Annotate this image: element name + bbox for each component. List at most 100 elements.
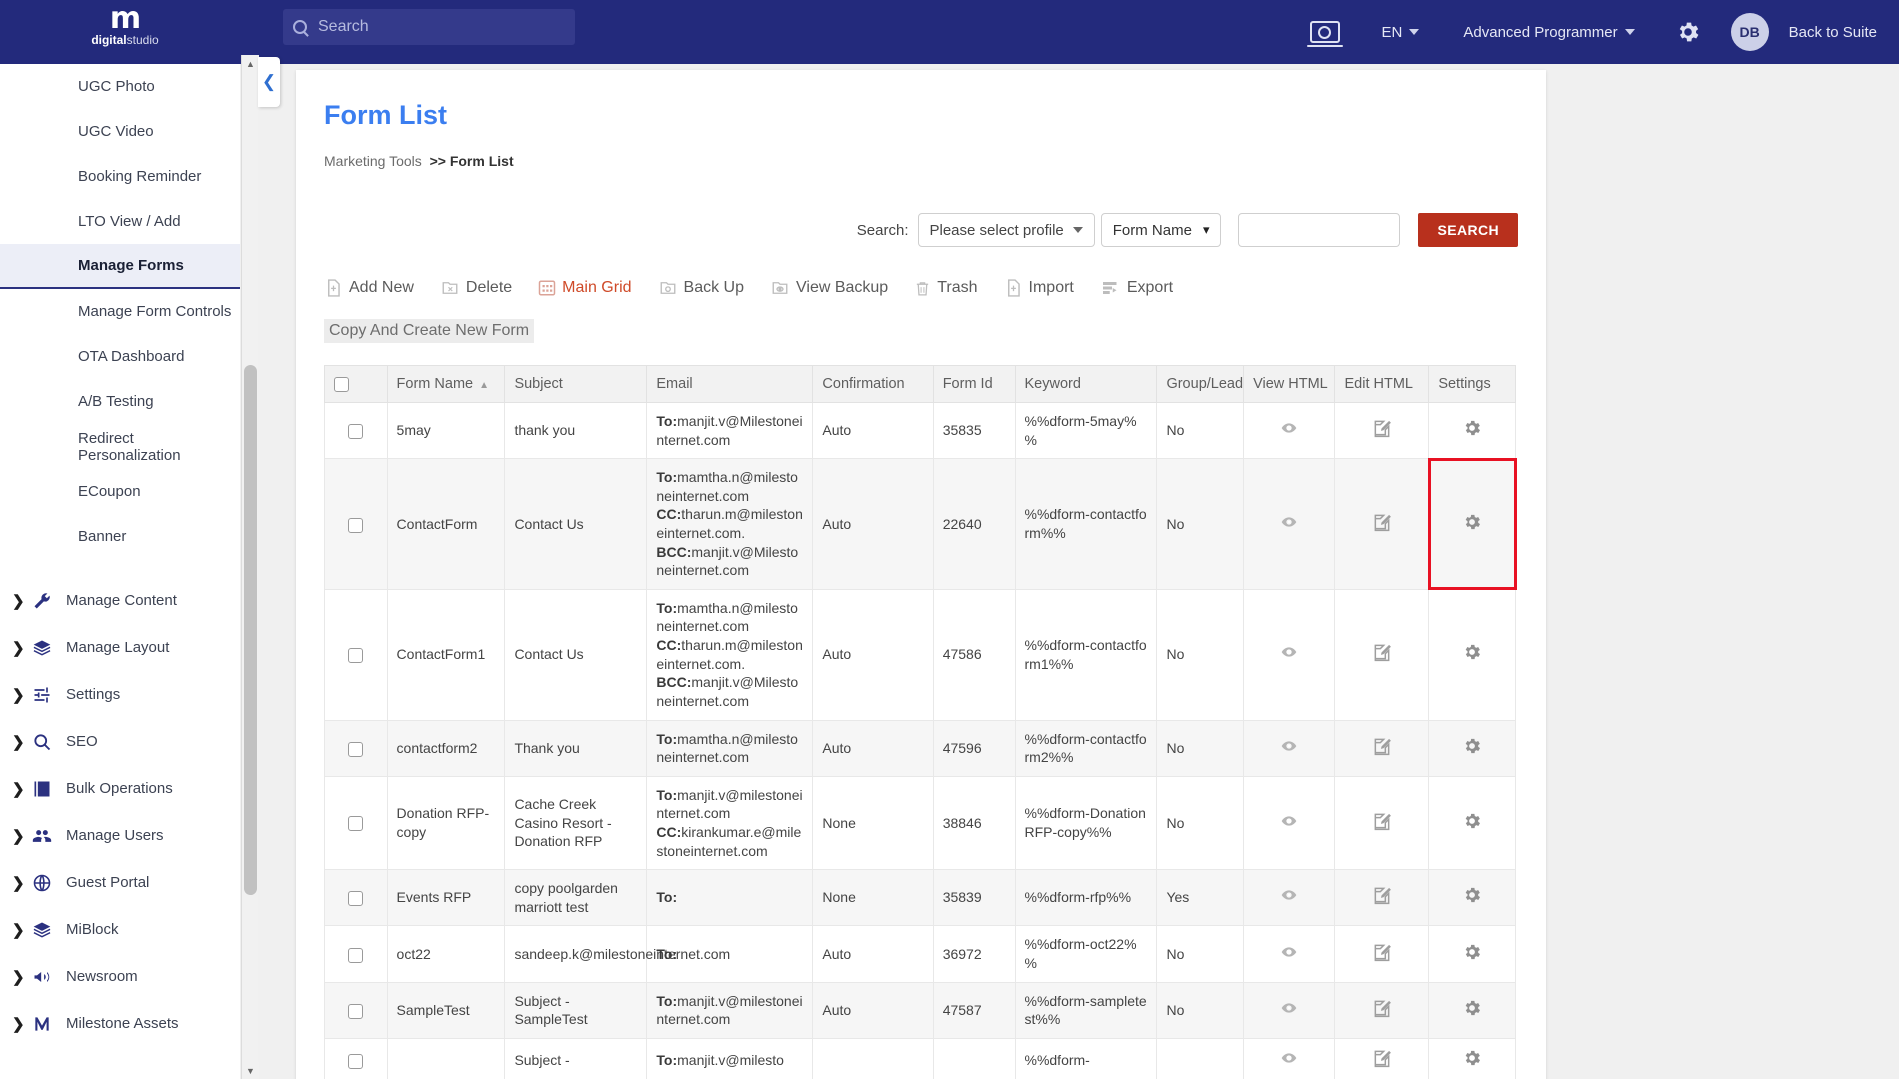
cell-view-html[interactable] <box>1243 401 1336 460</box>
cell-edit-html[interactable] <box>1334 869 1430 927</box>
sidebar-group-newsroom[interactable]: ❯ Newsroom <box>0 953 240 1000</box>
sidebar-item-banner[interactable]: Banner <box>0 514 240 559</box>
row-select-cell[interactable] <box>324 1037 388 1079</box>
row-checkbox[interactable] <box>348 741 364 757</box>
search-button[interactable]: SEARCH <box>1418 213 1518 247</box>
view-html-icon[interactable] <box>1278 423 1300 439</box>
edit-html-icon[interactable] <box>1372 944 1392 965</box>
table-row[interactable]: ContactForm Contact Us To:mamtha.n@milesto… <box>324 457 1517 591</box>
cell-edit-html[interactable] <box>1334 401 1430 460</box>
table-row[interactable]: 5may thank you To:manjit.v@Milestoneintern… <box>324 401 1516 460</box>
cell-view-html[interactable] <box>1243 925 1336 983</box>
edit-html-icon[interactable] <box>1372 1000 1392 1021</box>
scroll-up-arrow[interactable]: ▲ <box>242 55 259 72</box>
settings-gear-icon[interactable] <box>1462 813 1482 834</box>
cell-settings[interactable] <box>1428 401 1516 460</box>
settings-gear-icon[interactable] <box>1462 738 1482 759</box>
sidebar-item-manage-form-controls[interactable]: Manage Form Controls <box>0 289 240 334</box>
cell-edit-html[interactable] <box>1334 925 1430 983</box>
sidebar-group-manage-content[interactable]: ❯ Manage Content <box>0 577 240 624</box>
sidebar-group-manage-layout[interactable]: ❯ Manage Layout <box>0 624 240 671</box>
table-row[interactable]: Events RFP copy poolgarden marriott test T… <box>324 869 1516 927</box>
column-header-group-lead[interactable]: Group/Lead <box>1156 365 1245 403</box>
sidebar-item-booking-reminder[interactable]: Booking Reminder <box>0 154 240 199</box>
cell-edit-html[interactable] <box>1334 1037 1430 1079</box>
column-header-confirmation[interactable]: Confirmation <box>812 365 934 403</box>
view-html-icon[interactable] <box>1278 647 1300 663</box>
cell-edit-html[interactable] <box>1334 458 1430 590</box>
edit-html-icon[interactable] <box>1372 888 1392 908</box>
sidebar-item-ugc-video[interactable]: UGC Video <box>0 109 240 154</box>
cell-view-html[interactable] <box>1243 458 1336 590</box>
cell-edit-html[interactable] <box>1334 719 1430 777</box>
row-checkbox[interactable] <box>348 424 364 440</box>
row-checkbox[interactable] <box>348 648 364 664</box>
cell-view-html[interactable] <box>1243 719 1336 777</box>
export-button[interactable]: Export <box>1100 273 1173 303</box>
view-html-icon[interactable] <box>1278 1053 1300 1069</box>
sidebar-item-manage-forms[interactable]: Manage Forms <box>0 244 240 289</box>
row-checkbox[interactable] <box>348 816 364 832</box>
back-to-suite-link[interactable]: Back to Suite <box>1789 24 1877 41</box>
view-backup-button[interactable]: View Backup <box>770 273 888 303</box>
global-search[interactable] <box>283 9 575 45</box>
sidebar-group-milestone-assets[interactable]: ❯ Milestone Assets <box>0 1000 240 1047</box>
row-select-cell[interactable] <box>324 925 388 983</box>
delete-button[interactable]: Delete <box>440 273 512 303</box>
field-select[interactable]: Form Name ▾ <box>1100 213 1222 247</box>
role-selector[interactable]: Advanced Programmer <box>1463 24 1635 41</box>
cell-settings[interactable] <box>1428 981 1516 1039</box>
user-avatar[interactable]: DB <box>1730 13 1769 51</box>
sidebar-item-a-b-testing[interactable]: A/B Testing <box>0 379 240 424</box>
table-row[interactable]: ContactForm1 Contact Us To:mamtha.n@milest… <box>324 588 1516 721</box>
cell-settings[interactable] <box>1428 869 1516 927</box>
select-all-checkbox[interactable] <box>334 376 349 392</box>
search-input[interactable] <box>316 17 546 37</box>
view-html-icon[interactable] <box>1278 947 1300 963</box>
table-row[interactable]: Donation RFP-copy Cache Creek Casino Reso… <box>324 775 1516 871</box>
row-checkbox[interactable] <box>348 891 364 907</box>
copy-and-create-new-form-button[interactable]: Copy And Create New Form <box>324 319 535 343</box>
cell-view-html[interactable] <box>1243 588 1336 721</box>
sidebar-item-redirect-personalization[interactable]: Redirect Personalization <box>0 424 240 469</box>
view-html-icon[interactable] <box>1278 815 1300 832</box>
cell-edit-html[interactable] <box>1334 775 1430 871</box>
sidebar-item-ugc-photo[interactable]: UGC Photo <box>0 64 240 109</box>
language-selector[interactable]: EN <box>1382 24 1420 41</box>
sidebar-item-ecoupon[interactable]: ECoupon <box>0 469 240 514</box>
settings-gear-icon[interactable] <box>1462 514 1482 535</box>
cell-edit-html[interactable] <box>1334 981 1430 1039</box>
preview-button[interactable] <box>1306 21 1343 47</box>
cell-view-html[interactable] <box>1243 981 1336 1039</box>
row-checkbox[interactable] <box>348 1003 364 1019</box>
view-html-icon[interactable] <box>1278 741 1300 757</box>
column-header-subject[interactable]: Subject <box>504 365 648 403</box>
row-select-cell[interactable] <box>324 458 388 590</box>
edit-html-icon[interactable] <box>1372 420 1392 441</box>
cell-edit-html[interactable] <box>1334 588 1430 721</box>
row-select-cell[interactable] <box>324 719 388 777</box>
breadcrumb-parent[interactable]: Marketing Tools <box>324 153 422 169</box>
sidebar-item-ota-dashboard[interactable]: OTA Dashboard <box>0 334 240 379</box>
view-html-icon[interactable] <box>1278 517 1300 533</box>
row-select-cell[interactable] <box>324 588 388 721</box>
scroll-down-arrow[interactable]: ▼ <box>242 1062 259 1079</box>
settings-button[interactable] <box>1675 19 1701 45</box>
row-checkbox[interactable] <box>348 1053 364 1069</box>
add-new-button[interactable]: Add New <box>324 273 414 303</box>
table-row[interactable]: oct22 sandeep.k@milestoneinternet.com To: A… <box>324 925 1516 983</box>
column-header-form-id[interactable]: Form Id <box>932 365 1016 403</box>
cell-view-html[interactable] <box>1243 775 1336 871</box>
sidebar-group-guest-portal[interactable]: ❯ Guest Portal <box>0 859 240 906</box>
cell-settings[interactable] <box>1428 1037 1516 1079</box>
row-select-cell[interactable] <box>324 775 388 871</box>
sidebar-group-seo[interactable]: ❯ SEO <box>0 718 240 765</box>
cell-view-html[interactable] <box>1243 1037 1336 1079</box>
settings-gear-icon[interactable] <box>1462 1000 1482 1021</box>
view-html-icon[interactable] <box>1278 1003 1300 1019</box>
main-grid-button[interactable]: Main Grid <box>538 273 632 303</box>
table-row[interactable]: contactform2 Thank you To:mamtha.n@milesto… <box>324 719 1516 777</box>
sidebar-group-bulk-operations[interactable]: ❯ Bulk Operations <box>0 765 240 812</box>
settings-gear-icon[interactable] <box>1462 645 1482 665</box>
settings-gear-icon[interactable] <box>1462 421 1482 441</box>
